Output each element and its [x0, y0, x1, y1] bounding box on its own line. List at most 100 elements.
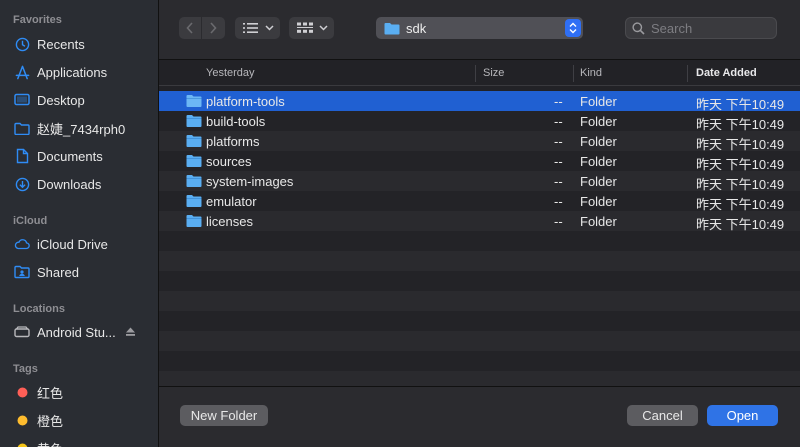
search-input[interactable]: [651, 20, 771, 36]
sidebar-item-label: iCloud Drive: [37, 236, 108, 252]
column-date-added[interactable]: Date Added: [696, 67, 757, 79]
file-name: platforms: [206, 134, 260, 149]
sidebar-item-label: Recents: [37, 36, 85, 52]
file-kind: Folder: [580, 94, 617, 109]
empty-row: [159, 271, 800, 291]
folder-icon: [186, 114, 202, 131]
applications-icon: [14, 64, 30, 80]
empty-row: [159, 231, 800, 251]
sidebar-item-downloads[interactable]: Downloads: [0, 172, 158, 196]
table-row[interactable]: emulator -- Folder 昨天 下午10:49: [159, 191, 800, 212]
file-name: build-tools: [206, 114, 266, 129]
column-name[interactable]: Yesterday: [206, 67, 255, 79]
file-name: system-images: [206, 174, 294, 189]
tag-dot-red-icon: [14, 384, 30, 400]
file-browser: sdk Yesterday Size Kind Date Added platf…: [159, 0, 800, 447]
cancel-button[interactable]: Cancel: [627, 405, 698, 426]
file-size: --: [554, 174, 563, 189]
chevron-down-icon: [265, 25, 274, 31]
table-row[interactable]: build-tools -- Folder 昨天 下午10:49: [159, 111, 800, 132]
sidebar-item-applications[interactable]: Applications: [0, 60, 158, 84]
updown-chevron-icon: [565, 19, 581, 37]
clock-icon: [14, 36, 30, 52]
list-view-icon: [243, 23, 258, 33]
empty-row: [159, 251, 800, 271]
dialog-footer: New Folder Cancel Open: [159, 386, 800, 447]
folder-icon: [186, 94, 202, 111]
search-field[interactable]: [625, 17, 777, 39]
sidebar-item-label: Downloads: [37, 176, 102, 192]
sidebar-section-locations: Locations: [13, 303, 65, 315]
open-button[interactable]: Open: [707, 405, 778, 426]
location-popup[interactable]: sdk: [376, 17, 583, 39]
sidebar-item-tag-yellow[interactable]: 黄色: [0, 436, 158, 447]
empty-row: [159, 291, 800, 311]
tag-dot-orange-icon: [14, 412, 30, 428]
chevron-right-icon: [210, 22, 217, 34]
sidebar-item-label: 橙色: [37, 413, 64, 429]
sidebar-section-favorites: Favorites: [13, 14, 62, 26]
sidebar-item-shared[interactable]: Shared: [0, 260, 158, 284]
download-icon: [14, 176, 30, 192]
folder-icon: [384, 22, 400, 34]
table-row[interactable]: system-images -- Folder 昨天 下午10:49: [159, 171, 800, 192]
empty-row: [159, 331, 800, 351]
file-kind: Folder: [580, 154, 617, 169]
table-row[interactable]: licenses -- Folder 昨天 下午10:49: [159, 211, 800, 232]
file-kind: Folder: [580, 114, 617, 129]
sidebar-item-android-studio[interactable]: Android Stu...: [0, 320, 158, 344]
file-kind: Folder: [580, 214, 617, 229]
table-row[interactable]: sources -- Folder 昨天 下午10:49: [159, 151, 800, 172]
folder-icon: [14, 120, 30, 136]
toolbar: sdk: [159, 0, 800, 60]
file-name: sources: [206, 154, 252, 169]
column-kind[interactable]: Kind: [580, 67, 602, 79]
desktop-icon: [14, 92, 30, 108]
sidebar-item-tag-red[interactable]: 红色: [0, 380, 158, 404]
empty-row: [159, 351, 800, 371]
shared-folder-icon: [14, 264, 30, 280]
tag-dot-yellow-icon: [14, 440, 30, 447]
file-name: emulator: [206, 194, 257, 209]
list-view-button[interactable]: [235, 17, 280, 39]
sidebar-item-documents[interactable]: Documents: [0, 144, 158, 168]
empty-row: [159, 311, 800, 331]
column-header: Yesterday Size Kind Date Added: [159, 61, 800, 86]
file-size: --: [554, 114, 563, 129]
file-name: licenses: [206, 214, 253, 229]
search-icon: [632, 21, 645, 35]
sidebar-item-recents[interactable]: Recents: [0, 32, 158, 56]
table-row[interactable]: platforms -- Folder 昨天 下午10:49: [159, 131, 800, 152]
sidebar-item-label: 赵婕_7434rph0: [37, 121, 126, 137]
file-size: --: [554, 214, 563, 229]
folder-icon: [186, 214, 202, 231]
folder-icon: [186, 134, 202, 151]
sidebar-item-label: Desktop: [37, 92, 85, 108]
forward-button[interactable]: [202, 17, 224, 39]
eject-icon[interactable]: [125, 325, 136, 340]
sidebar-item-label: Android Stu...: [37, 324, 116, 340]
sidebar-item-label: Applications: [37, 64, 108, 80]
file-size: --: [554, 134, 563, 149]
sidebar-item-tag-orange[interactable]: 橙色: [0, 408, 158, 432]
cloud-icon: [14, 236, 30, 252]
sidebar-item-icloud-drive[interactable]: iCloud Drive: [0, 232, 158, 256]
sidebar-item-label: 黄色: [37, 439, 63, 447]
file-size: --: [554, 94, 563, 109]
sidebar-item-user-folder[interactable]: 赵婕_7434rph0: [0, 116, 158, 140]
sidebar-item-label: 红色: [37, 385, 64, 401]
folder-icon: [186, 154, 202, 171]
column-size[interactable]: Size: [483, 67, 504, 79]
file-kind: Folder: [580, 194, 617, 209]
sidebar: Favorites Recents Applications Desktop 赵…: [0, 0, 159, 447]
file-kind: Folder: [580, 174, 617, 189]
back-button[interactable]: [179, 17, 201, 39]
chevron-left-icon: [186, 22, 193, 34]
table-row[interactable]: platform-tools -- Folder 昨天 下午10:49: [159, 91, 800, 112]
file-size: --: [554, 154, 563, 169]
new-folder-button[interactable]: New Folder: [180, 405, 268, 426]
sidebar-section-tags: Tags: [13, 363, 38, 375]
group-view-button[interactable]: [289, 17, 334, 39]
sidebar-item-desktop[interactable]: Desktop: [0, 88, 158, 112]
file-size: --: [554, 194, 563, 209]
